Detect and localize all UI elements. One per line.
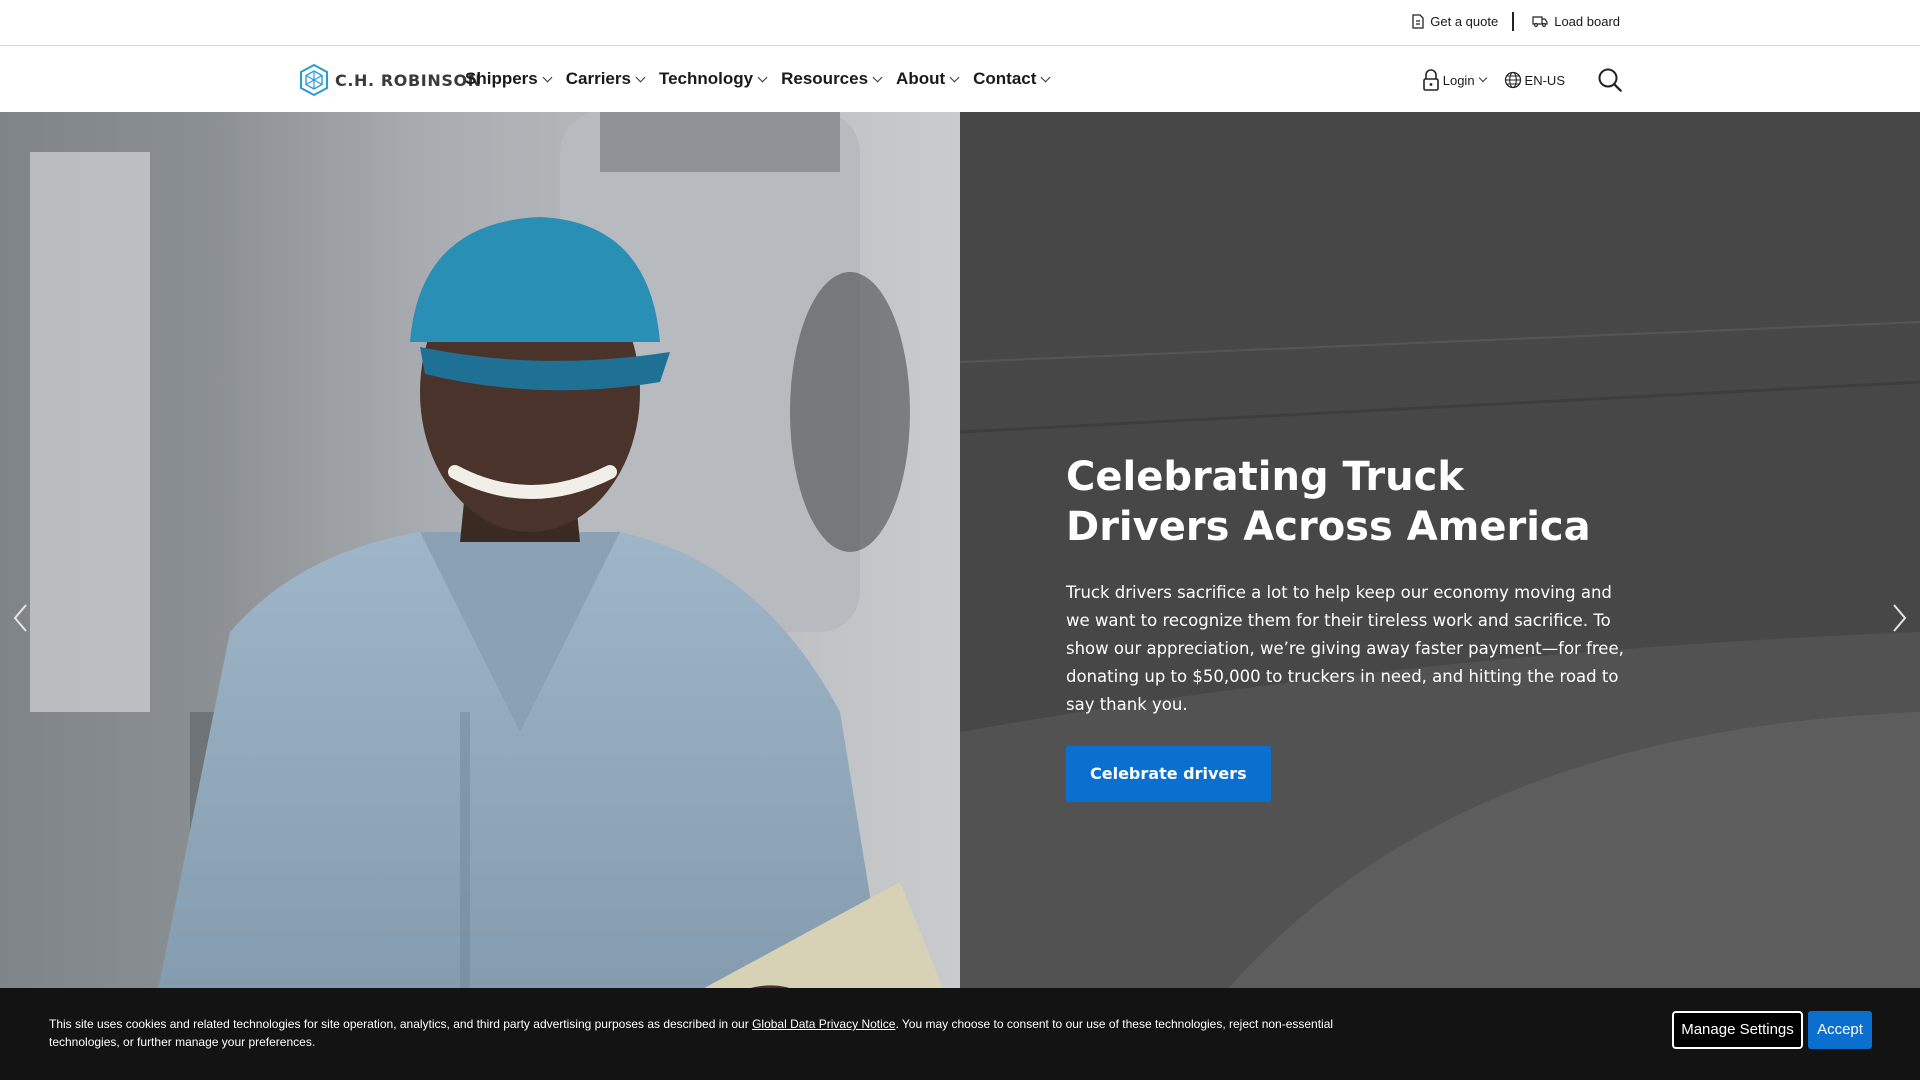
chevron-down-icon [757, 72, 768, 82]
brand-name: C.H. ROBINSON [335, 70, 482, 90]
nav-item-resources[interactable]: Resources [781, 69, 883, 89]
chevron-left-icon [13, 604, 27, 632]
celebrate-drivers-button[interactable]: Celebrate drivers [1066, 746, 1271, 802]
nav-item-label: Shippers [465, 69, 538, 88]
globe-icon [1504, 71, 1521, 89]
language-label: EN-US [1524, 72, 1565, 88]
nav-item-label: Carriers [565, 69, 631, 88]
chevron-down-icon [1478, 73, 1487, 83]
carousel-prev-button[interactable] [10, 602, 30, 639]
nav-right: Login EN-US [1422, 67, 1623, 93]
language-selector[interactable]: EN-US [1504, 71, 1565, 89]
nav-item-technology[interactable]: Technology [658, 69, 768, 89]
chevron-down-icon [949, 72, 960, 82]
cookie-banner: This site uses cookies and related techn… [0, 988, 1920, 1080]
nav-item-carriers[interactable]: Carriers [565, 69, 646, 89]
load-board-label: Load board [1554, 13, 1620, 29]
document-quote-icon [1412, 13, 1424, 29]
login-dropdown[interactable]: Login [1422, 68, 1487, 92]
cookie-text-before: This site uses cookies and related techn… [49, 1017, 753, 1031]
hero-carousel: Celebrating Truck Drivers Across America… [0, 112, 1920, 1080]
chevron-right-icon [1893, 604, 1907, 632]
chevron-down-icon [1040, 72, 1051, 82]
load-board-link[interactable]: Load board [1532, 14, 1620, 29]
carousel-next-button[interactable] [1890, 602, 1910, 639]
nav-item-label: Contact [973, 69, 1037, 88]
utility-divider [1512, 11, 1515, 31]
nav-item-contact[interactable]: Contact [973, 69, 1051, 89]
nav-item-shippers[interactable]: Shippers [465, 69, 553, 89]
hero-description: Truck drivers sacrifice a lot to help ke… [1066, 583, 1624, 714]
main-nav: C.H. ROBINSON Shippers Carriers Technolo… [0, 47, 1920, 112]
ch-robinson-logo-icon [300, 63, 328, 97]
accept-button[interactable]: Accept [1808, 1011, 1872, 1049]
lock-icon [1422, 69, 1439, 91]
search-button[interactable] [1597, 67, 1623, 93]
search-icon [1598, 68, 1622, 92]
nav-item-label: About [896, 69, 946, 88]
chevron-down-icon [635, 72, 646, 82]
nav-item-about[interactable]: About [896, 69, 960, 89]
hero-content: Celebrating Truck Drivers Across America… [1066, 452, 1626, 802]
chevron-down-icon [872, 72, 883, 82]
brand-logo[interactable]: C.H. ROBINSON [299, 63, 482, 97]
chevron-down-icon [542, 72, 553, 82]
truck-driver-photo [0, 112, 960, 1080]
nav-item-label: Technology [658, 69, 754, 88]
utility-bar: Get a quote Load board [0, 0, 1920, 46]
get-quote-link[interactable]: Get a quote [1412, 14, 1498, 29]
privacy-notice-link[interactable]: Global Data Privacy Notice [752, 1017, 895, 1031]
utility-links: Get a quote Load board [1412, 11, 1620, 31]
manage-settings-button[interactable]: Manage Settings [1672, 1011, 1803, 1049]
nav-item-label: Resources [781, 69, 869, 88]
get-quote-label: Get a quote [1430, 13, 1499, 29]
login-label: Login [1442, 72, 1475, 88]
hero-title: Celebrating Truck Drivers Across America [1066, 454, 1591, 550]
truck-icon [1532, 16, 1548, 27]
cookie-message: This site uses cookies and related techn… [49, 1015, 1379, 1051]
nav-menu: Shippers Carriers Technology Resources A… [465, 69, 1051, 89]
